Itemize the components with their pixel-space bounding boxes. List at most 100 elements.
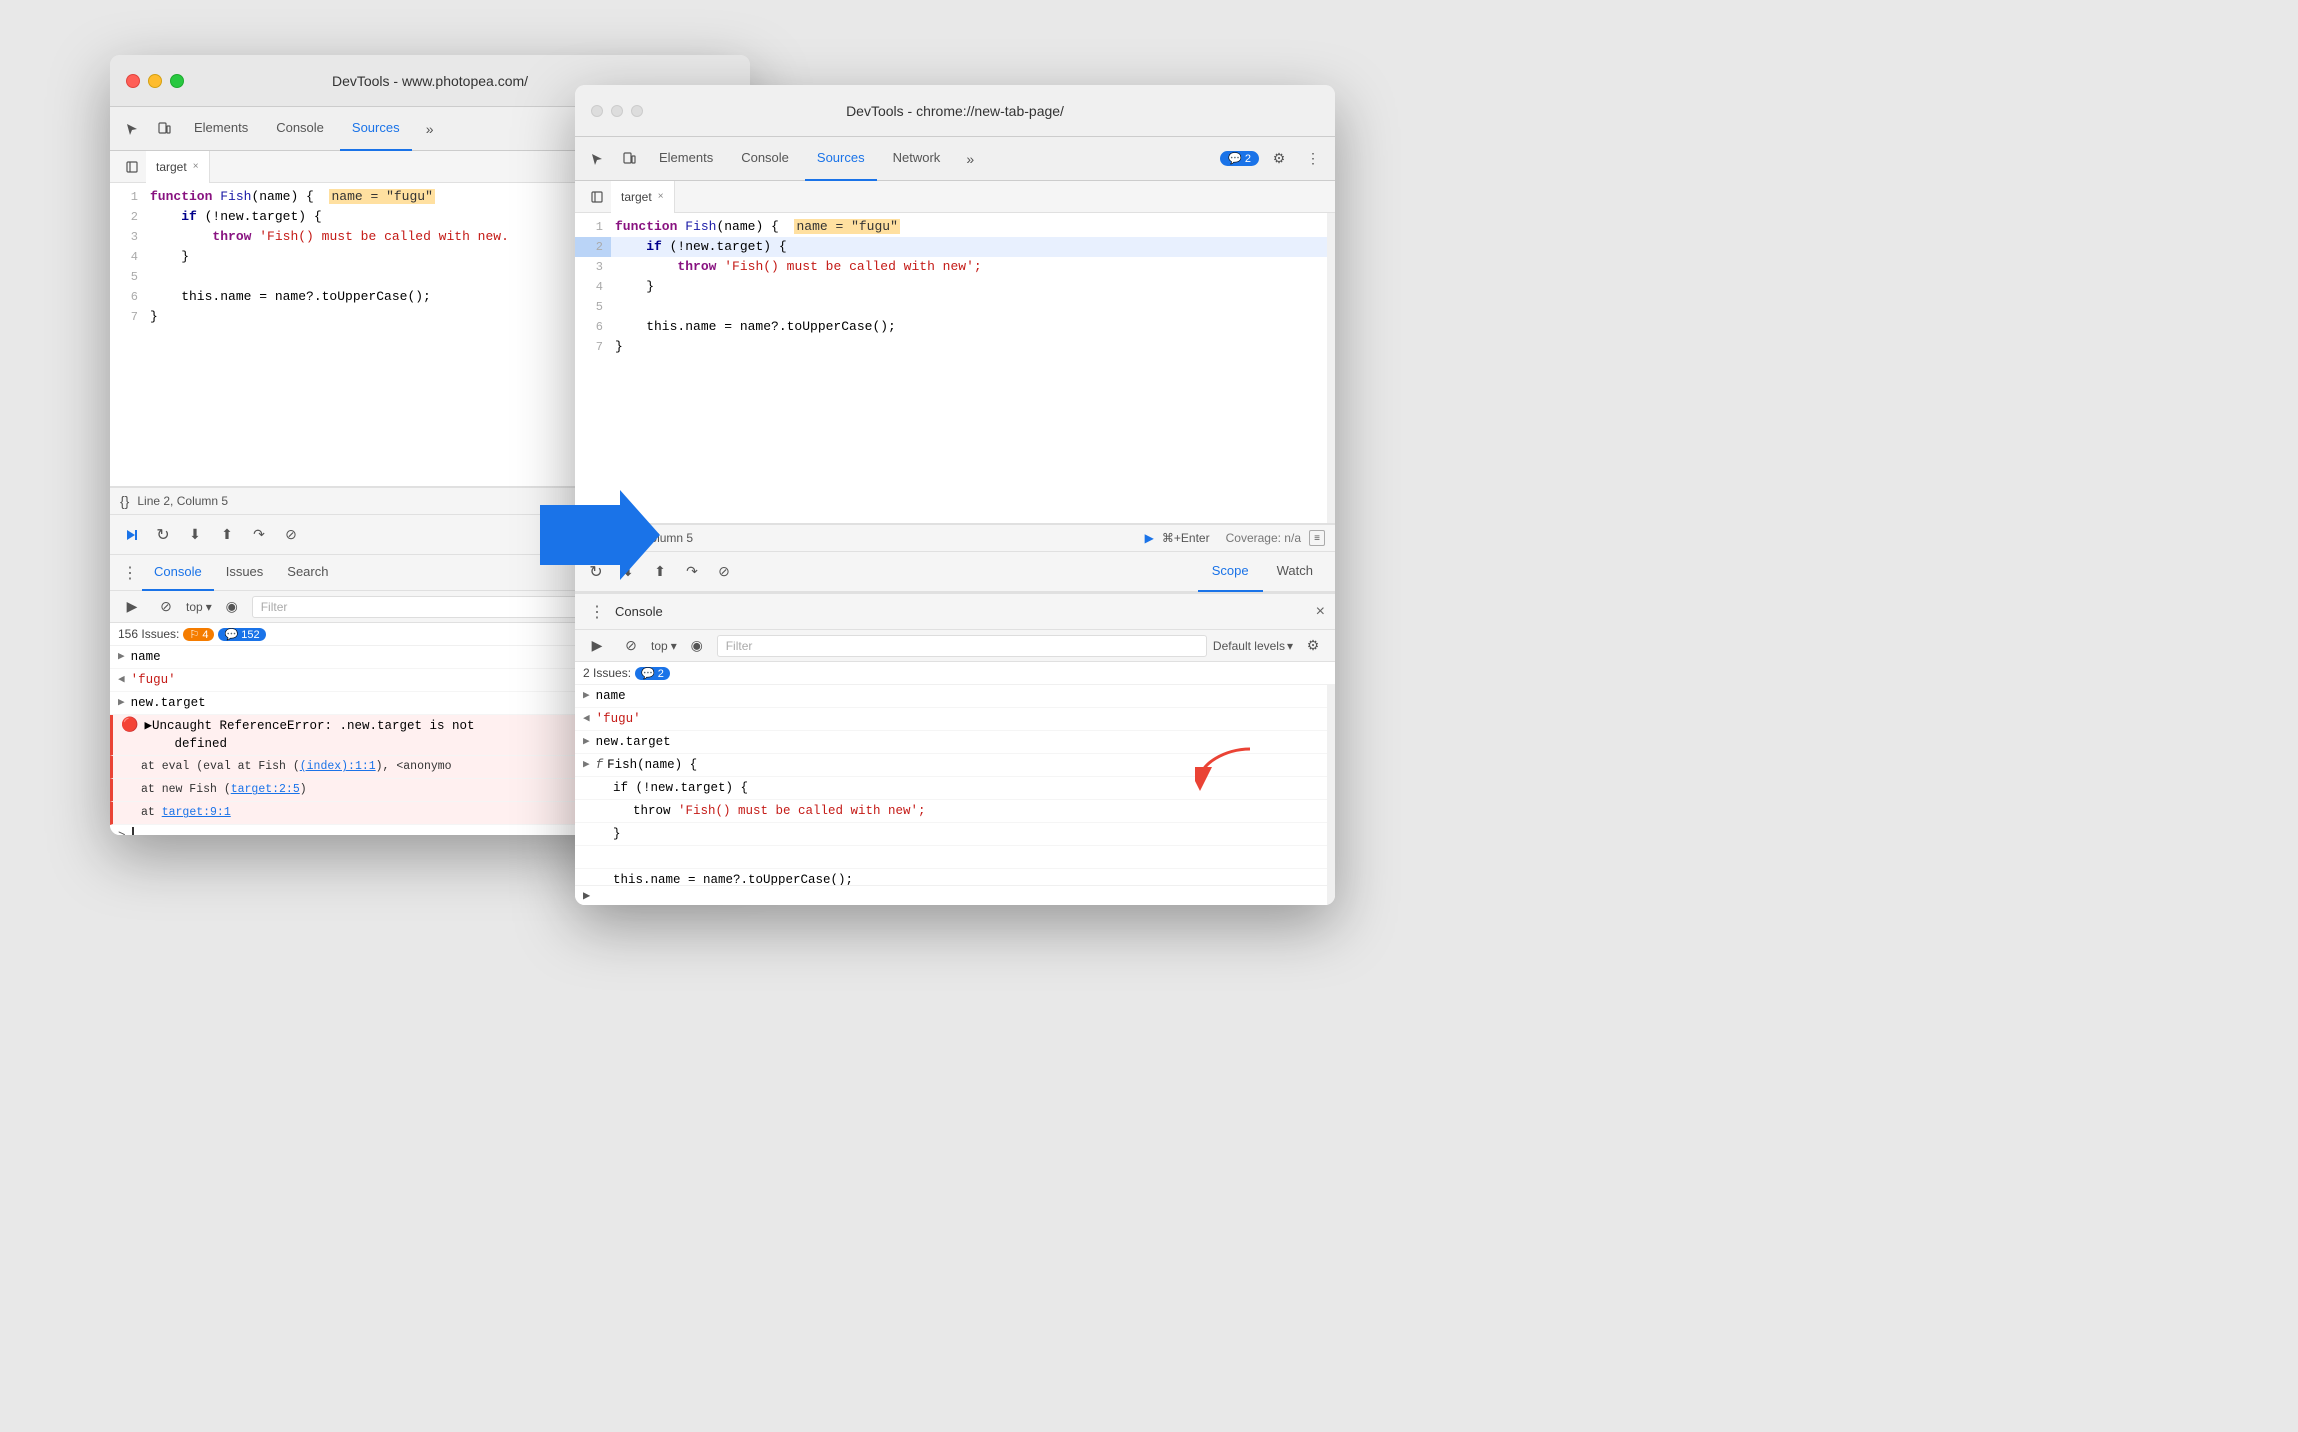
execute-icon-2[interactable]: ▶ xyxy=(583,632,611,660)
w2-console-throw: throw 'Fish() must be called with new'; xyxy=(575,800,1335,823)
tab-network-2[interactable]: Network xyxy=(881,137,953,181)
red-arrow-annotation xyxy=(1195,744,1255,794)
toolbar-right-2: 💬2 ⚙ ⋮ xyxy=(1220,145,1327,173)
cursor-icon[interactable] xyxy=(118,115,146,143)
target9-link-1[interactable]: target:9:1 xyxy=(162,806,231,819)
debug-tabs-2: Scope Watch xyxy=(1198,552,1327,592)
coverage-label-2: Coverage: n/a xyxy=(1226,531,1301,545)
reload-icon-1[interactable]: ↻ xyxy=(150,522,176,548)
close-console-2[interactable]: × xyxy=(1316,603,1325,621)
run-icon-2[interactable]: ▶ xyxy=(1145,531,1154,545)
minimize-button-1[interactable] xyxy=(148,74,162,88)
step-out-btn-2[interactable]: ↷ xyxy=(679,559,705,585)
code-body-2[interactable]: 1 function Fish(name) { name = "fugu" 2 … xyxy=(575,213,1335,523)
w2-code-line-4: 4 } xyxy=(575,277,1335,297)
devtools-window-2: DevTools - chrome://new-tab-page/ Elemen… xyxy=(575,85,1335,905)
window-title-2: DevTools - chrome://new-tab-page/ xyxy=(846,103,1064,119)
w2-code-line-2: 2 if (!new.target) { xyxy=(575,237,1335,257)
step-out-btn-1[interactable]: ↷ xyxy=(246,522,272,548)
deactivate-btn-1[interactable]: ⊘ xyxy=(278,522,304,548)
code-tab-target-2[interactable]: target × xyxy=(611,181,675,213)
w2-code-line-6: 6 this.name = name?.toUpperCase(); xyxy=(575,317,1335,337)
panel-toggle-icon-1[interactable] xyxy=(118,153,146,181)
w2-console-name: ▶ name xyxy=(575,685,1335,708)
blue-badge-2: 💬 2 xyxy=(635,667,670,680)
resume-btn-1[interactable] xyxy=(118,522,144,548)
close-tab-icon-1[interactable]: × xyxy=(193,161,199,172)
main-area-2: target × 1 function Fish(name) { name = … xyxy=(575,181,1335,905)
braces-icon-1: {} xyxy=(120,493,129,509)
step-over-btn-1[interactable]: ⬇ xyxy=(182,522,208,548)
issues-badge-2: 2 Issues: 💬 2 xyxy=(575,662,1335,685)
more-tabs-icon-1[interactable]: » xyxy=(416,115,444,143)
default-levels-btn-2[interactable]: Default levels ▾ xyxy=(1213,639,1293,653)
status-bar-right-2: ▶ ⌘+Enter Coverage: n/a ≡ xyxy=(1145,530,1325,546)
tab-sources-1[interactable]: Sources xyxy=(340,107,412,151)
console-tab-search-1[interactable]: Search xyxy=(275,555,340,591)
cursor-icon-2[interactable] xyxy=(583,145,611,173)
eye-icon-1[interactable]: ◉ xyxy=(218,593,246,621)
top-dropdown-2[interactable]: top ▾ xyxy=(651,639,677,653)
w2-console-fish: ▶ f Fish(name) { xyxy=(575,754,1335,777)
minimize-button-2[interactable] xyxy=(611,105,623,117)
panel-toggle-icon-2[interactable] xyxy=(583,183,611,211)
coverage-settings-icon[interactable]: ≡ xyxy=(1309,530,1325,546)
console-more-icon-1[interactable]: ⋮ xyxy=(118,559,142,587)
console-drawer-2: ⋮ Console × ▶ ⊘ top ▾ ◉ Filter Default l… xyxy=(575,592,1335,905)
window-title-1: DevTools - www.photopea.com/ xyxy=(332,73,528,89)
console-scrollbar-2[interactable] xyxy=(1327,685,1335,905)
close-button-2[interactable] xyxy=(591,105,603,117)
tab-elements-2[interactable]: Elements xyxy=(647,137,725,181)
console-title-2: Console xyxy=(615,604,663,619)
tab-console-2[interactable]: Console xyxy=(729,137,801,181)
deactivate-btn-2[interactable]: ⊘ xyxy=(711,559,737,585)
code-tab-target-1[interactable]: target × xyxy=(146,151,210,183)
traffic-lights-2 xyxy=(591,105,643,117)
w2-code-line-1: 1 function Fish(name) { name = "fugu" xyxy=(575,217,1335,237)
maximize-button-2[interactable] xyxy=(631,105,643,117)
top-dropdown-1[interactable]: top ▾ xyxy=(186,600,212,614)
console-tab-console-1[interactable]: Console xyxy=(142,555,214,591)
w2-console-blank xyxy=(575,846,1335,869)
console-more-icon-2[interactable]: ⋮ xyxy=(585,598,609,626)
run-label-2: ⌘+Enter xyxy=(1162,531,1210,545)
eval-link-1[interactable]: (index):1:1 xyxy=(300,760,376,773)
tab-sources-2[interactable]: Sources xyxy=(805,137,877,181)
maximize-button-1[interactable] xyxy=(170,74,184,88)
watch-tab-2[interactable]: Watch xyxy=(1263,552,1327,592)
w2-console-fugu: ◀ 'fugu' xyxy=(575,708,1335,731)
orange-badge-1: ⚐ 4 xyxy=(183,628,214,641)
status-text-1: Line 2, Column 5 xyxy=(137,494,228,508)
no-entry-icon-2[interactable]: ⊘ xyxy=(617,632,645,660)
no-entry-icon-1[interactable]: ⊘ xyxy=(152,593,180,621)
code-section-2: target × 1 function Fish(name) { name = … xyxy=(575,181,1335,524)
tab-elements-1[interactable]: Elements xyxy=(182,107,260,151)
more-tabs-icon-2[interactable]: » xyxy=(956,145,984,173)
error-icon-1: 🔴 xyxy=(121,717,138,735)
close-button-1[interactable] xyxy=(126,74,140,88)
console-body-2[interactable]: ▶ name ◀ 'fugu' ▶ new.target ▶ f Fish(na… xyxy=(575,685,1335,905)
w2-code-line-5: 5 xyxy=(575,297,1335,317)
code-tabs-2: target × xyxy=(575,181,1335,213)
filter-input-2[interactable]: Filter xyxy=(717,635,1207,657)
code-scrollbar-2[interactable] xyxy=(1327,213,1335,523)
eye-icon-2[interactable]: ◉ xyxy=(683,632,711,660)
execute-icon-1[interactable]: ▶ xyxy=(118,593,146,621)
title-bar-2: DevTools - chrome://new-tab-page/ xyxy=(575,85,1335,137)
console-header-2: ⋮ Console × xyxy=(575,594,1335,630)
devtools-toolbar-2: Elements Console Sources Network » 💬2 ⚙ … xyxy=(575,137,1335,181)
step-into-btn-1[interactable]: ⬆ xyxy=(214,522,240,548)
device-toggle-icon[interactable] xyxy=(150,115,178,143)
target-link-1[interactable]: target:2:5 xyxy=(231,783,300,796)
tab-console-1[interactable]: Console xyxy=(264,107,336,151)
status-bar-2: {} Line 2, Column 5 ▶ ⌘+Enter Coverage: … xyxy=(575,524,1335,552)
console-tab-issues-1[interactable]: Issues xyxy=(214,555,276,591)
gear-icon-2[interactable]: ⚙ xyxy=(1299,632,1327,660)
kebab-icon-2[interactable]: ⋮ xyxy=(1299,145,1327,173)
close-tab-icon-2[interactable]: × xyxy=(658,191,664,202)
scope-tab-2[interactable]: Scope xyxy=(1198,552,1263,592)
device-toggle-icon-2[interactable] xyxy=(615,145,643,173)
chat-badge-2: 💬2 xyxy=(1220,151,1259,166)
cursor-blink-1[interactable] xyxy=(132,827,134,835)
settings-icon-2[interactable]: ⚙ xyxy=(1265,145,1293,173)
